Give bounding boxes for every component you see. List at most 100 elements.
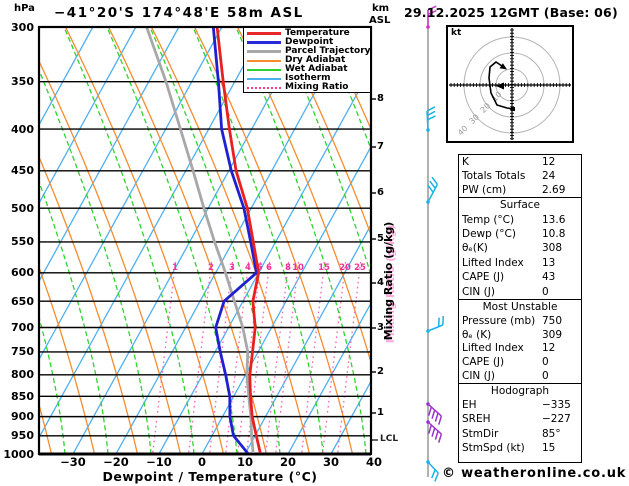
mixing-ratio-value-label: 15 bbox=[318, 263, 330, 273]
table-row: CAPE (J) 43 bbox=[459, 271, 581, 283]
table-row-value: 43 bbox=[542, 271, 556, 284]
run-date-label: 29.12.2025 12GMT (Base: 06) bbox=[404, 5, 618, 20]
table-row-label: Totals Totals bbox=[462, 170, 526, 182]
table-row: θₑ (K) 309 bbox=[459, 329, 581, 341]
table-row-value: 0 bbox=[542, 370, 549, 383]
km-tick-label: 1 bbox=[377, 407, 384, 418]
table-row-value: 12 bbox=[542, 156, 556, 168]
table-row: StmDir 85° bbox=[459, 428, 581, 440]
km-tick-label: 8 bbox=[377, 93, 384, 104]
mixing-ratio-value-label: 8 bbox=[285, 263, 291, 273]
page-title: −41°20'S 174°48'E 58m ASL bbox=[54, 5, 304, 21]
table-row: Totals Totals 24 bbox=[459, 170, 581, 182]
km-tick-label: 2 bbox=[377, 366, 384, 377]
table-row-value: 0 bbox=[542, 356, 549, 369]
skewt-sounding-page: 1 2 3 4 5 6 8 10 15 20 25 10 20 30 40 hPa −41°20'S 174… bbox=[0, 0, 629, 486]
mixing-ratio-value-label: 25 bbox=[354, 263, 366, 273]
temp-tick-label: 0 bbox=[197, 455, 206, 469]
table-row: Dewp (°C) 10.8 bbox=[459, 228, 581, 240]
pressure-tick-label: 400 bbox=[11, 122, 34, 136]
legend-line-sample bbox=[247, 59, 281, 62]
table-row-value: 13 bbox=[542, 256, 556, 269]
mixing-ratio-value-label: 4 bbox=[245, 263, 251, 273]
height-axis-unit-km: km bbox=[372, 3, 390, 14]
pressure-tick-label: 650 bbox=[11, 294, 34, 308]
table-section: Hodograph EH −335 SREH −227 StmDir 85° StmSpd (… bbox=[459, 383, 581, 455]
legend-line-sample bbox=[247, 68, 281, 71]
pressure-tick-label: 900 bbox=[11, 410, 34, 424]
table-row-value: 12 bbox=[542, 342, 556, 355]
table-row: SREH −227 bbox=[459, 413, 581, 425]
table-row-label: SREH bbox=[462, 413, 491, 426]
table-row-label: CIN (J) bbox=[462, 370, 495, 383]
mixing-ratio-value-label: 20 bbox=[339, 263, 351, 273]
table-row-label: StmDir bbox=[462, 427, 499, 440]
pressure-tick-label: 800 bbox=[11, 368, 34, 382]
table-row-value: 309 bbox=[542, 328, 563, 341]
table-row-label: PW (cm) bbox=[462, 184, 507, 196]
pressure-tick-label: 600 bbox=[11, 266, 34, 280]
mixing-ratio-value-label: 3 bbox=[229, 263, 235, 273]
pressure-tick-label: 350 bbox=[11, 75, 34, 89]
km-tick-label: 7 bbox=[377, 141, 384, 152]
legend-item: Mixing Ratio bbox=[244, 83, 370, 92]
pressure-tick-label: 450 bbox=[11, 164, 34, 178]
table-row-label: CAPE (J) bbox=[462, 356, 505, 369]
table-section-header: Surface bbox=[499, 199, 540, 212]
table-row: θₑ(K) 308 bbox=[459, 242, 581, 254]
pressure-tick-label: 1000 bbox=[3, 447, 34, 461]
table-row-value: 24 bbox=[542, 170, 556, 182]
pressure-tick-label: 500 bbox=[11, 201, 34, 215]
table-row-label: CIN (J) bbox=[462, 285, 495, 298]
table-row: Lifted Index 12 bbox=[459, 342, 581, 354]
mixing-ratio-value-label: 6 bbox=[266, 263, 272, 273]
table-section-header: Most Unstable bbox=[482, 300, 558, 313]
legend-line-sample bbox=[247, 41, 281, 44]
table-row-value: 2.69 bbox=[542, 184, 566, 196]
table-row-label: StmSpd (kt) bbox=[462, 441, 525, 454]
km-tick-label: 5 bbox=[377, 233, 384, 244]
table-row-value: 10.8 bbox=[542, 228, 566, 241]
table-row: CIN (J) 0 bbox=[459, 286, 581, 298]
pressure-tick-label: 700 bbox=[11, 321, 34, 334]
table-row: StmSpd (kt) 15 bbox=[459, 442, 581, 454]
temp-tick-label: −30 bbox=[60, 455, 86, 469]
table-row-value: 308 bbox=[542, 242, 563, 255]
table-row-label: θₑ (K) bbox=[462, 328, 492, 341]
km-tick-label: 6 bbox=[377, 187, 384, 198]
table-row: PW (cm) 2.69 bbox=[459, 184, 581, 196]
table-row-label: θₑ(K) bbox=[462, 242, 488, 255]
table-section-header: Hodograph bbox=[490, 385, 550, 398]
temp-tick-label: 10 bbox=[236, 455, 253, 469]
table-row-label: Pressure (mb) bbox=[462, 314, 536, 327]
table-section: K 12 Totals Totals 24 PW (cm) 2.69 bbox=[459, 155, 581, 197]
table-section: Most Unstable Pressure (mb) 750 θₑ (K) 309 Li… bbox=[459, 299, 581, 383]
table-row-label: K bbox=[462, 156, 469, 168]
mixing-ratio-value-label: 1 bbox=[172, 263, 178, 273]
pressure-tick-label: 550 bbox=[11, 235, 34, 249]
table-row-label: Dewp (°C) bbox=[462, 228, 516, 241]
temp-tick-label: 30 bbox=[322, 455, 339, 469]
mixing-ratio-value-label: 2 bbox=[208, 263, 214, 273]
table-row-value: 750 bbox=[542, 314, 563, 327]
legend-item-label: Mixing Ratio bbox=[285, 82, 349, 92]
table-row-value: 15 bbox=[542, 441, 556, 454]
table-row-label: Lifted Index bbox=[462, 256, 524, 269]
km-tick-label: 4 bbox=[377, 277, 384, 288]
km-tick-label: 3 bbox=[377, 322, 384, 333]
temp-tick-label: −20 bbox=[103, 455, 129, 469]
copyright-label: © weatheronline.co.uk bbox=[442, 466, 627, 481]
lcl-marker-label: LCL bbox=[380, 434, 399, 444]
table-row-value: 85° bbox=[542, 427, 561, 440]
height-axis-unit-asl: ASL bbox=[369, 15, 391, 26]
mixing-ratio-value-label: 10 bbox=[292, 263, 304, 273]
table-row-label: Temp (°C) bbox=[462, 213, 515, 226]
hodograph: 10203040 bbox=[446, 25, 574, 143]
x-axis-title: Dewpoint / Temperature (°C) bbox=[102, 469, 318, 484]
pressure-tick-label: 950 bbox=[11, 429, 34, 443]
table-row: CIN (J) 0 bbox=[459, 370, 581, 382]
table-section: Surface Temp (°C) 13.6 Dewp (°C) 10.8 θₑ(K) 30… bbox=[459, 197, 581, 299]
temp-tick-label: −10 bbox=[146, 455, 172, 469]
table-row: EH −335 bbox=[459, 399, 581, 411]
table-row: Lifted Index 13 bbox=[459, 257, 581, 269]
